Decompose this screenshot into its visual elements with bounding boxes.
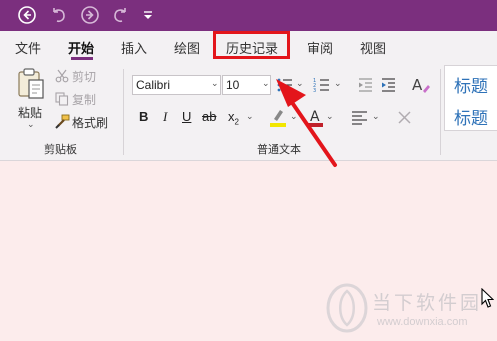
- watermark-url: www.downxia.com: [377, 316, 468, 328]
- watermark-text: 当下软件园: [372, 292, 483, 314]
- mouse-cursor-icon: [481, 287, 495, 312]
- watermark-logo-icon: [326, 283, 368, 337]
